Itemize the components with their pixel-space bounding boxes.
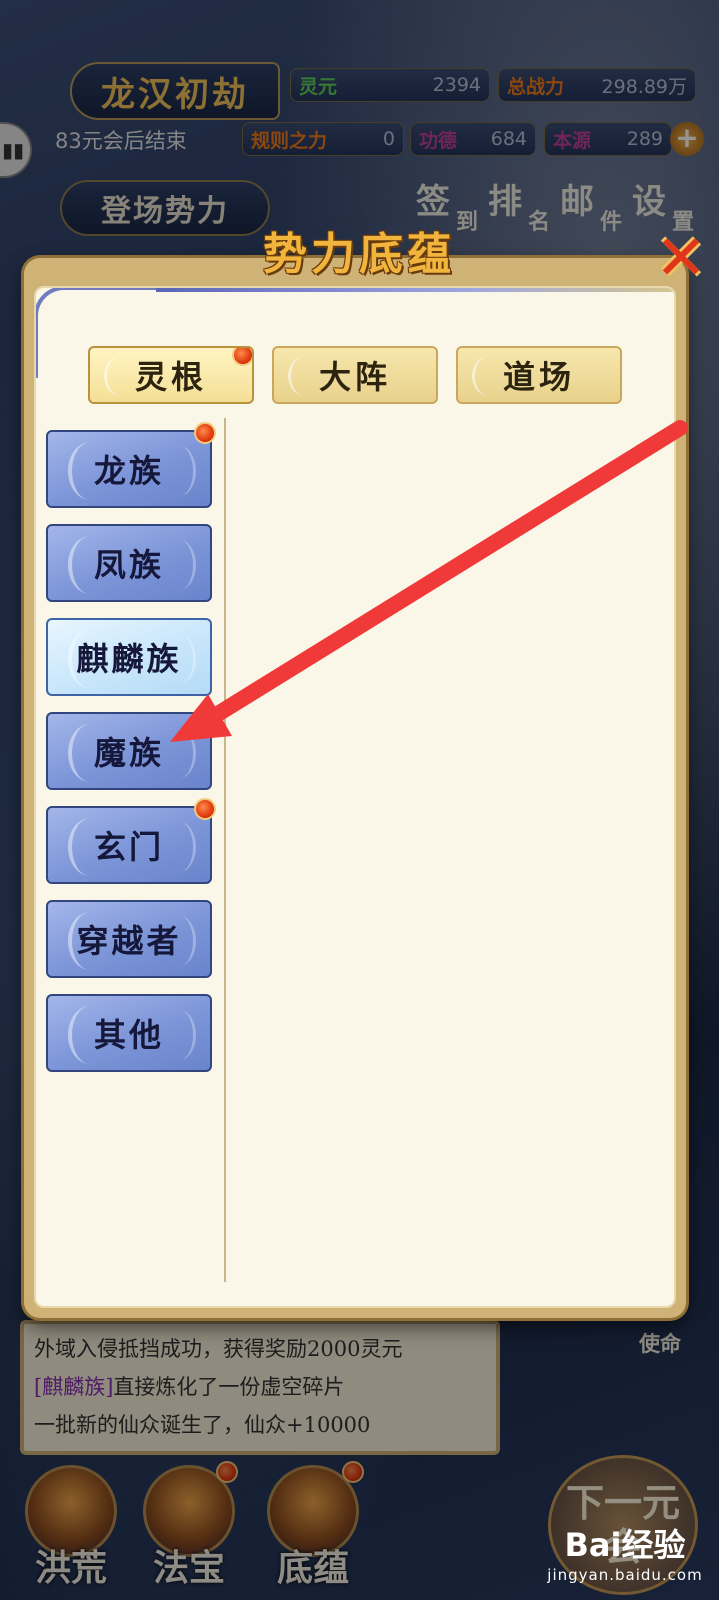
category-mozu[interactable]: 魔族 <box>46 712 212 790</box>
tab-label: 大阵 <box>318 358 391 396</box>
category-label: 穿越者 <box>76 922 182 960</box>
notification-dot-icon <box>194 422 216 444</box>
watermark-domain: jingyan.baidu.com <box>547 1566 703 1584</box>
category-qilinzu[interactable]: 麒麟族 <box>46 618 212 696</box>
heritage-modal: 灵根 大阵 道场 龙族 凤族 麒麟族 魔族 玄门 穿越者 其他 势力底蕴 ✕ <box>24 227 707 1318</box>
category-label: 其他 <box>93 1016 164 1054</box>
category-fengzu[interactable]: 凤族 <box>46 524 212 602</box>
notification-dot-icon <box>232 348 252 366</box>
modal-title: 势力底蕴 <box>263 229 455 280</box>
close-x-icon[interactable]: ✕ <box>652 227 710 289</box>
tab-label: 灵根 <box>134 358 207 396</box>
category-longzu[interactable]: 龙族 <box>46 430 212 508</box>
baidu-jingyan-watermark: Bai经验 jingyan.baidu.com <box>540 1520 710 1592</box>
category-chuanyuezhe[interactable]: 穿越者 <box>46 900 212 978</box>
modal-body: 灵根 大阵 道场 龙族 凤族 麒麟族 魔族 玄门 穿越者 其他 <box>34 286 676 1308</box>
notification-dot-icon <box>194 798 216 820</box>
category-xuanmen[interactable]: 玄门 <box>46 806 212 884</box>
watermark-brand: Bai经验 <box>564 1526 686 1564</box>
tab-dazhen[interactable]: 大阵 <box>272 346 438 404</box>
sidebar-divider <box>224 418 226 1282</box>
tab-linggen[interactable]: 灵根 <box>88 346 254 404</box>
category-label: 魔族 <box>93 734 164 772</box>
header-band <box>156 288 674 292</box>
notification-dot-icon <box>194 704 216 726</box>
category-qita[interactable]: 其他 <box>46 994 212 1072</box>
category-label: 龙族 <box>93 452 164 490</box>
category-label: 凤族 <box>93 546 164 584</box>
tab-daochang[interactable]: 道场 <box>456 346 622 404</box>
category-label: 玄门 <box>93 828 164 866</box>
tab-label: 道场 <box>502 358 575 396</box>
category-label: 麒麟族 <box>76 640 182 678</box>
